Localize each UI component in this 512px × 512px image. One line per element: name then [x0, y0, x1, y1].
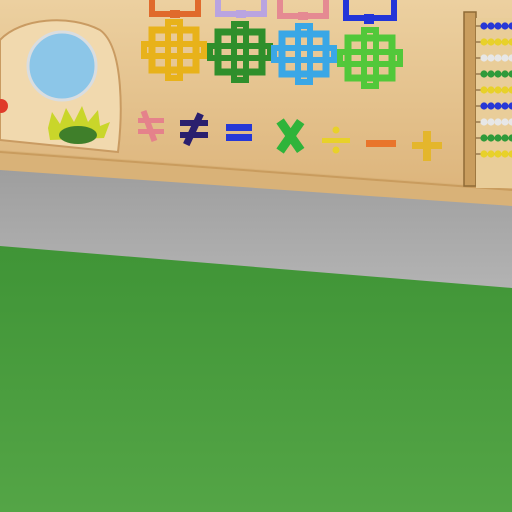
abacus-bead[interactable]: [501, 134, 509, 142]
abacus-bead[interactable]: [480, 38, 488, 46]
abacus-bead[interactable]: [480, 118, 488, 126]
minus-orange-icon[interactable]: [366, 140, 396, 147]
abacus-bead[interactable]: [501, 86, 509, 94]
abacus-bead[interactable]: [501, 54, 509, 62]
abacus-bead[interactable]: [487, 22, 495, 30]
abacus-bead[interactable]: [480, 150, 488, 158]
abacus-bead[interactable]: [480, 102, 488, 110]
abacus-bead[interactable]: [480, 86, 488, 94]
abacus-bead[interactable]: [501, 150, 509, 158]
abacus-bead[interactable]: [501, 118, 509, 126]
abacus-bead[interactable]: [480, 70, 488, 78]
abacus-bead[interactable]: [487, 150, 495, 158]
abacus-bead[interactable]: [494, 118, 502, 126]
abacus-bead[interactable]: [487, 54, 495, 62]
abacus-bead[interactable]: [494, 102, 502, 110]
abacus-bead[interactable]: [494, 86, 502, 94]
abacus-bead[interactable]: [480, 54, 488, 62]
abacus-bead[interactable]: [487, 134, 495, 142]
abacus-bead[interactable]: [494, 150, 502, 158]
abacus-bead[interactable]: [480, 22, 488, 30]
abacus-bead[interactable]: [487, 102, 495, 110]
abacus-icon[interactable]: [463, 11, 512, 188]
abacus-bead[interactable]: [487, 70, 495, 78]
abacus-bead[interactable]: [487, 38, 495, 46]
abacus-bead[interactable]: [494, 54, 502, 62]
abacus-bead[interactable]: [494, 70, 502, 78]
abacus-bead[interactable]: [494, 38, 502, 46]
playroom-scene: [0, 0, 512, 512]
abacus-bead[interactable]: [480, 134, 488, 142]
abacus-bead[interactable]: [501, 102, 509, 110]
abacus-bead[interactable]: [501, 70, 509, 78]
abacus-bead[interactable]: [501, 38, 509, 46]
abacus-bead[interactable]: [487, 86, 495, 94]
abacus-bead[interactable]: [487, 118, 495, 126]
abacus-bead[interactable]: [494, 134, 502, 142]
abacus-bead[interactable]: [494, 22, 502, 30]
abacus-bead-rows[interactable]: [476, 22, 512, 158]
abacus-bead[interactable]: [501, 22, 509, 30]
magnifier-mirror-icon[interactable]: [26, 30, 98, 102]
